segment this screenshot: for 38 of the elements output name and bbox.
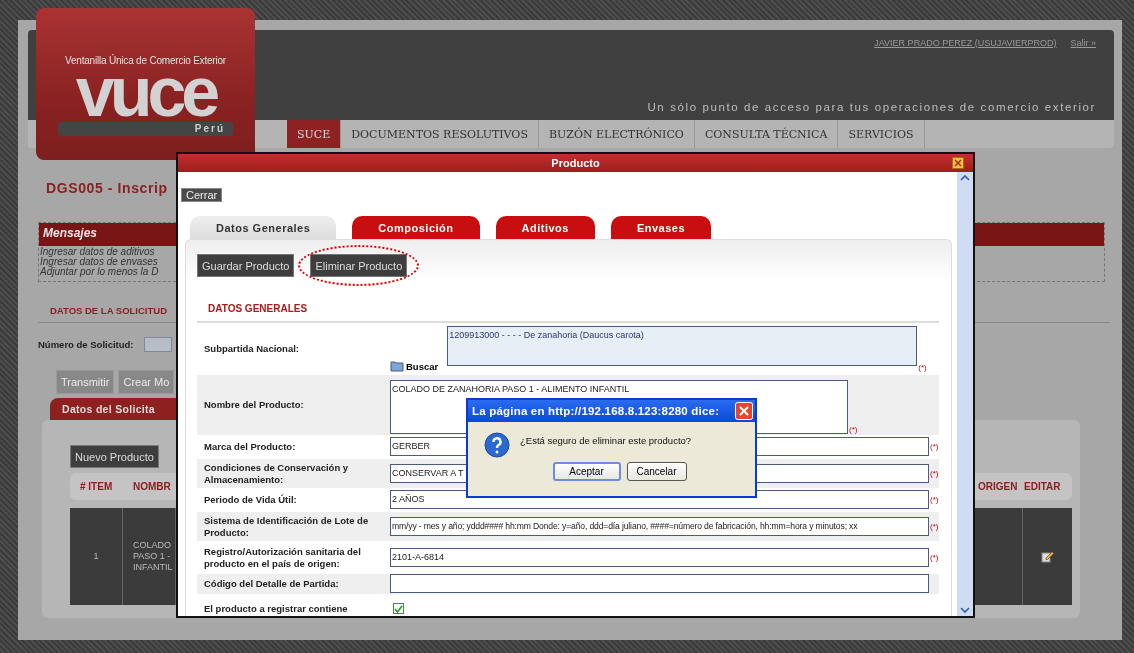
field-label: Sistema de Identificación de Lote de Producto: xyxy=(203,514,370,539)
required-mark: (*) xyxy=(930,468,939,478)
alert-message: ¿Está seguro de eliminar este producto? xyxy=(520,434,692,446)
message-text: Ingresar datos de aditivos xyxy=(39,247,155,257)
section-heading: DATOS DE LA SOLICITUD xyxy=(50,305,167,316)
field-label: Número de Solicitud: xyxy=(38,339,134,350)
dialog-title: Producto xyxy=(551,157,600,169)
message-text: Ingresar datos de envases xyxy=(40,257,158,267)
field-label: El producto a registrar contiene xyxy=(203,603,349,615)
table-cell: COLADO xyxy=(133,540,171,551)
required-mark: (*) xyxy=(930,521,939,531)
required-mark: (*) xyxy=(930,495,939,504)
alert-title: La página en http://192.168.8.123:8280 dice: xyxy=(472,405,720,417)
column-header: NOMBR xyxy=(133,481,172,492)
table-cell: INFANTIL xyxy=(133,562,173,573)
field-label: Marca del Producto: xyxy=(203,441,297,453)
slogan-text: Un sólo punto de acceso para tus operaciones de comercio exterior xyxy=(647,101,1096,113)
column-header: ORIGEN xyxy=(978,481,1019,492)
field-label: Nombre del Producto: xyxy=(203,399,305,411)
logo-tagline: Ventanilla Única de Comercio Exterior xyxy=(65,55,226,66)
required-mark: (*) xyxy=(918,363,927,372)
field-label: Periodo de Vida Útil: xyxy=(203,494,298,506)
field-label: Código del Detalle de Partida: xyxy=(203,578,340,590)
column-header: # ITEM xyxy=(80,481,114,492)
field-label: Subpartida Nacional: xyxy=(203,343,300,355)
table-cell: 1 xyxy=(93,551,99,562)
field-label: Condiciones de Conservación y Almacenamiento: xyxy=(203,461,350,486)
table-cell: PASO 1 - xyxy=(133,551,171,562)
required-mark: (*) xyxy=(930,442,939,451)
required-mark: (*) xyxy=(849,425,858,434)
field-label: Registro/Autorización sanitaria del producto en el país de origen: xyxy=(203,545,362,570)
page-title: DGS005 - Inscrip xyxy=(46,180,168,198)
logo-wordmark: vuce xyxy=(75,68,216,116)
column-header: EDITAR xyxy=(1024,481,1062,492)
section-heading: DATOS GENERALES xyxy=(208,303,308,314)
message-text: Adjuntar por lo menos la D xyxy=(39,267,159,277)
required-mark: (*) xyxy=(930,552,939,562)
logo-country: Perú xyxy=(58,122,233,136)
